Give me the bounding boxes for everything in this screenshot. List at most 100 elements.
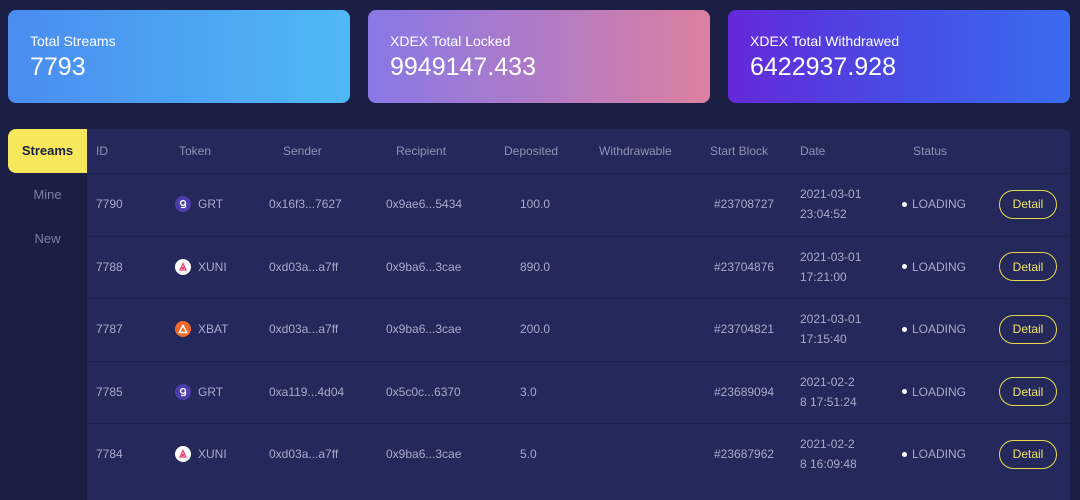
row-sender: 0xd03a...a7ff <box>269 259 339 274</box>
row-deposited: 5.0 <box>520 447 537 461</box>
streams-table: ID Token Sender Recipient Deposited With… <box>87 129 1070 500</box>
header-withdrawable: Withdrawable <box>599 144 672 158</box>
status-text: LOADING <box>912 447 967 461</box>
row-date: 2021-02-2 8 16:09:48 <box>800 424 857 484</box>
table-row: 7785 GRT 0xa119...4d04 0x5c0c...6370 3.0… <box>87 360 1070 422</box>
sidebar-item-mine[interactable]: Mine <box>8 173 87 217</box>
time-line: 17:21:00 <box>800 269 847 284</box>
grt-icon <box>175 383 198 400</box>
row-status: LOADING <box>902 424 966 484</box>
header-token: Token <box>179 144 212 158</box>
row-recipient: 0x9ba6...3cae <box>386 447 462 461</box>
detail-button[interactable]: Detail <box>999 252 1057 281</box>
row-action: Detail <box>999 424 1057 484</box>
row-recipient: 0x5c0c...6370 <box>386 384 461 399</box>
detail-button[interactable]: Detail <box>999 439 1057 469</box>
header-date: Date <box>800 144 826 158</box>
status-text: LOADING <box>912 259 967 274</box>
row-start-block: #23704876 <box>714 259 775 274</box>
row-deposited: 890.0 <box>520 259 551 274</box>
card-value: 9949147.433 <box>390 53 536 81</box>
time-line: 23:04:52 <box>800 207 847 221</box>
row-status: LOADING <box>902 237 966 297</box>
status-dot-icon <box>902 264 907 269</box>
token-symbol: XUNI <box>198 447 227 461</box>
status-dot-icon <box>902 451 907 457</box>
row-id: 7787 <box>96 322 123 336</box>
row-recipient: 0x9ae6...5434 <box>386 197 463 211</box>
row-start-block: #23708727 <box>714 197 775 211</box>
row-sender: 0xd03a...a7ff <box>269 447 339 461</box>
row-id: 7785 <box>96 384 123 399</box>
total-streams-card: Total Streams 7793 <box>8 10 350 103</box>
date-line: 2021-03-01 <box>800 249 862 264</box>
row-date: 2021-02-2 8 17:51:24 <box>800 362 857 422</box>
status-text: LOADING <box>912 197 967 211</box>
total-withdrawed-card: XDEX Total Withdrawed 6422937.928 <box>728 10 1070 103</box>
sidebar-item-streams[interactable]: Streams <box>8 129 87 173</box>
row-recipient: 0x9ba6...3cae <box>386 322 462 336</box>
row-deposited: 200.0 <box>520 322 551 336</box>
time-line: 8 17:51:24 <box>800 394 857 409</box>
row-id: 7790 <box>96 197 123 211</box>
status-text: LOADING <box>912 384 967 399</box>
status-dot-icon <box>902 389 907 394</box>
status-dot-icon <box>902 201 907 207</box>
row-action: Detail <box>999 362 1057 422</box>
stats-cards: Total Streams 7793 XDEX Total Locked 994… <box>8 10 1070 103</box>
row-deposited: 3.0 <box>520 384 537 399</box>
date-line: 2021-03-01 <box>800 187 862 201</box>
row-token: GRT <box>175 362 223 422</box>
xuni-icon <box>175 258 198 275</box>
token-symbol: GRT <box>198 384 224 399</box>
grt-icon <box>175 196 198 212</box>
card-value: 7793 <box>30 53 86 81</box>
row-recipient: 0x9ba6...3cae <box>386 259 462 274</box>
header-deposited: Deposited <box>504 144 559 158</box>
row-status: LOADING <box>902 299 966 359</box>
row-status: LOADING <box>902 362 966 422</box>
header-start-block: Start Block <box>710 144 769 158</box>
date-line: 2021-02-2 <box>800 437 855 451</box>
row-action: Detail <box>999 174 1057 234</box>
total-locked-card: XDEX Total Locked 9949147.433 <box>368 10 710 103</box>
status-text: LOADING <box>912 322 967 336</box>
token-symbol: XBAT <box>198 322 229 336</box>
time-line: 17:15:40 <box>800 332 847 346</box>
detail-button[interactable]: Detail <box>999 314 1057 344</box>
row-action: Detail <box>999 299 1057 359</box>
header-recipient: Recipient <box>396 144 447 158</box>
xuni-icon <box>175 446 198 462</box>
row-date: 2021-03-01 17:21:00 <box>800 237 861 297</box>
header-status: Status <box>913 144 948 158</box>
card-label: Total Streams <box>30 33 116 49</box>
card-label: XDEX Total Withdrawed <box>750 33 900 49</box>
header-id: ID <box>96 144 108 158</box>
row-start-block: #23689094 <box>714 384 775 399</box>
xbat-icon <box>175 321 198 337</box>
sidebar-item-new[interactable]: New <box>8 217 87 261</box>
token-symbol: XUNI <box>198 259 227 274</box>
date-line: 2021-03-01 <box>800 312 862 326</box>
detail-button[interactable]: Detail <box>999 189 1057 219</box>
card-value: 6422937.928 <box>750 53 896 81</box>
row-token: XUNI <box>175 424 227 484</box>
row-id: 7788 <box>96 259 123 274</box>
row-deposited: 100.0 <box>520 197 551 211</box>
sidebar: Streams Mine New <box>8 129 87 261</box>
date-line: 2021-02-2 <box>800 374 855 389</box>
row-sender: 0xa119...4d04 <box>269 384 345 399</box>
detail-button[interactable]: Detail <box>999 377 1057 406</box>
row-id: 7784 <box>96 447 123 461</box>
table-row: 7788 XUNI 0xd03a...a7ff 0x9ba6...3cae 89… <box>87 235 1070 297</box>
table-row: 7784 XUNI 0xd03a...a7ff 0x9ba6...3cae 5.… <box>87 423 1070 483</box>
row-token: GRT <box>175 174 223 234</box>
row-action: Detail <box>999 237 1057 297</box>
row-start-block: #23687962 <box>714 447 775 461</box>
row-start-block: #23704821 <box>714 322 775 336</box>
row-token: XUNI <box>175 237 227 297</box>
header-sender: Sender <box>283 144 322 158</box>
row-date: 2021-03-01 17:15:40 <box>800 299 861 359</box>
row-date: 2021-03-01 23:04:52 <box>800 174 861 234</box>
row-status: LOADING <box>902 174 966 234</box>
